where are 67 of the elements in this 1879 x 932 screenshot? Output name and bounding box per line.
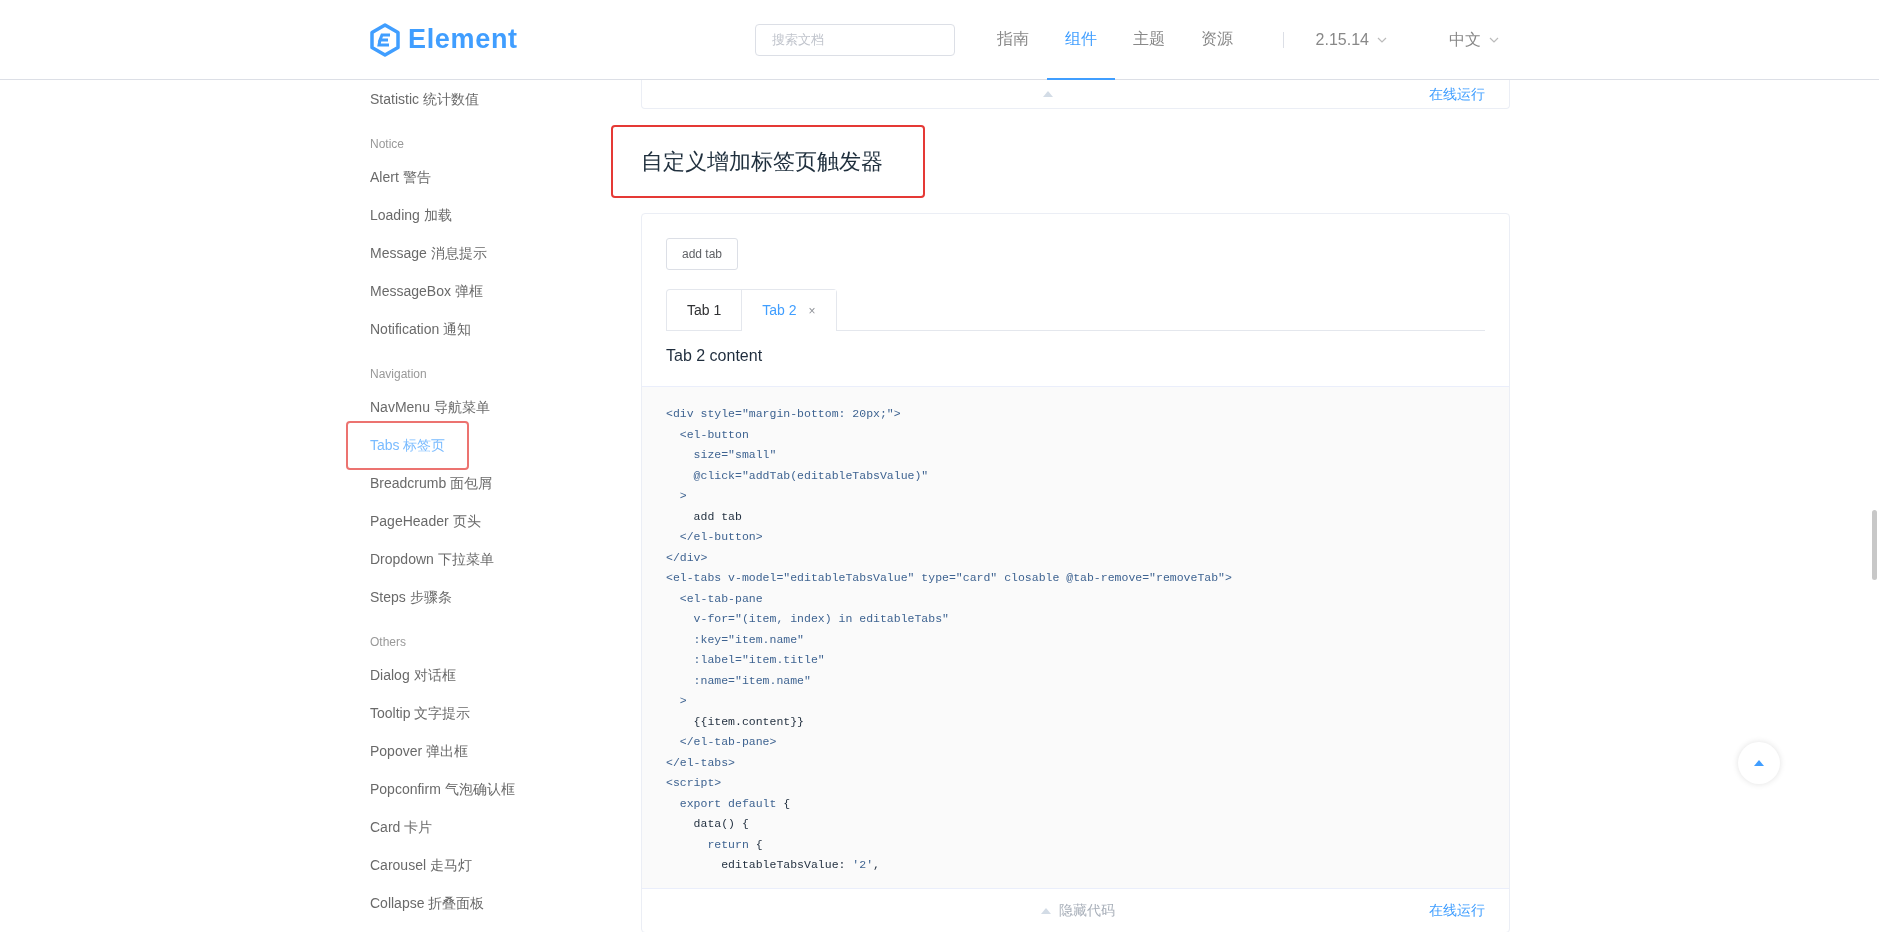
sidebar-link[interactable]: Notification 通知 bbox=[370, 318, 472, 340]
group-title: Notice bbox=[370, 136, 405, 153]
scrollbar-thumb bbox=[1872, 510, 1877, 580]
nav-link[interactable]: 指南 bbox=[978, 0, 1047, 80]
sidebar-link[interactable]: Message 消息提示 bbox=[370, 242, 487, 264]
code-line: </el-tab-pane> bbox=[678, 734, 777, 750]
sidebar-link[interactable]: Collapse 折叠面板 bbox=[370, 892, 485, 914]
sidebar-link[interactable]: Popconfirm 气泡确认框 bbox=[370, 778, 515, 800]
sidebar-link[interactable]: NavMenu 导航菜单 bbox=[370, 396, 490, 418]
sidebar-link[interactable]: Card 卡片 bbox=[370, 816, 433, 838]
code-line: > bbox=[678, 693, 687, 709]
code-line: return { bbox=[706, 836, 763, 853]
collapse-icon bbox=[1042, 91, 1053, 97]
run-online-link[interactable]: 在线运行 bbox=[1429, 83, 1485, 105]
code-line: <el-button bbox=[678, 426, 749, 443]
tab-content: Tab 2 content bbox=[666, 346, 764, 366]
code-line: @click="addTab(editableTabsValue)" bbox=[692, 467, 929, 484]
code-line: :name="item.name" bbox=[692, 672, 811, 689]
sidebar-link[interactable]: Carousel 走马灯 bbox=[370, 854, 472, 876]
collapse-icon bbox=[1040, 907, 1051, 914]
sidebar-link[interactable]: Dialog 对话框 bbox=[370, 664, 456, 686]
code-line: {{item.content}} bbox=[692, 713, 805, 730]
code-line: :label="item.title" bbox=[692, 652, 825, 668]
version-dropdown[interactable]: 2.15.14 bbox=[1315, 27, 1387, 52]
code-line: add tab bbox=[692, 508, 742, 525]
language-dropdown[interactable]: 中文 bbox=[1449, 27, 1499, 52]
code-line: </el-tabs> bbox=[666, 754, 735, 771]
code-line: :key="item.name" bbox=[692, 631, 805, 648]
arrow-up-icon bbox=[1754, 760, 1764, 766]
sidebar-link[interactable]: Popover 弹出框 bbox=[370, 740, 469, 762]
code-line: </div> bbox=[666, 549, 708, 566]
caret-icon bbox=[1489, 36, 1499, 43]
sidebar-link[interactable]: PageHeader 页头 bbox=[370, 510, 481, 532]
code-line: v-for="(item, index) in editableTabs" bbox=[692, 611, 949, 627]
code-line: editableTabsValue: '2', bbox=[720, 857, 880, 873]
sidebar-link[interactable]: Tooltip 文字提示 bbox=[370, 702, 471, 724]
sidebar-link[interactable]: Steps 步骤条 bbox=[370, 586, 452, 608]
back-to-top-button[interactable] bbox=[1738, 742, 1780, 784]
group-title: Others bbox=[370, 634, 407, 651]
close-icon[interactable]: × bbox=[808, 301, 816, 320]
code-line: <el-tabs v-model="editableTabsValue" type="card" closable @tab-remove="removeTab"> bbox=[666, 570, 1232, 586]
nav-link[interactable]: 组件 bbox=[1046, 0, 1115, 80]
code-line: size="small" bbox=[692, 447, 777, 463]
logo-icon bbox=[370, 22, 400, 57]
sidebar-link[interactable]: Dropdown 下拉菜单 bbox=[370, 548, 494, 570]
code-line: </el-button> bbox=[678, 529, 763, 545]
code-line: > bbox=[678, 488, 687, 504]
code-line: export default { bbox=[678, 795, 791, 812]
tab[interactable]: Tab 1 bbox=[667, 290, 742, 330]
caret-icon bbox=[1377, 36, 1387, 43]
sidebar-link[interactable]: Statistic 统计数值 bbox=[370, 88, 479, 110]
code-line: <div style="margin-bottom: 20px;"> bbox=[666, 406, 901, 422]
sidebar-link[interactable]: Loading 加载 bbox=[370, 204, 452, 226]
nav-link[interactable]: 主题 bbox=[1114, 0, 1183, 80]
section-title: 自定义增加标签页触发器 bbox=[611, 124, 925, 198]
run-online-link[interactable]: 在线运行 bbox=[1429, 900, 1485, 921]
code-line: data() { bbox=[692, 816, 749, 832]
tab[interactable]: Tab 2 × bbox=[741, 290, 836, 331]
sidebar-link[interactable]: Breadcrumb 面包屑 bbox=[370, 472, 493, 494]
code-line: <el-tab-pane bbox=[678, 590, 763, 607]
sidebar-link[interactable]: MessageBox 弹框 bbox=[370, 280, 483, 302]
group-title: Navigation bbox=[370, 366, 428, 383]
search-field[interactable]: 搜索文档 bbox=[754, 23, 955, 56]
code-line: <script> bbox=[666, 775, 722, 791]
sidebar-link[interactable]: Alert 警告 bbox=[370, 166, 431, 188]
nav-link[interactable]: 资源 bbox=[1182, 0, 1251, 80]
add-tab-button[interactable]: add tab bbox=[666, 238, 739, 270]
